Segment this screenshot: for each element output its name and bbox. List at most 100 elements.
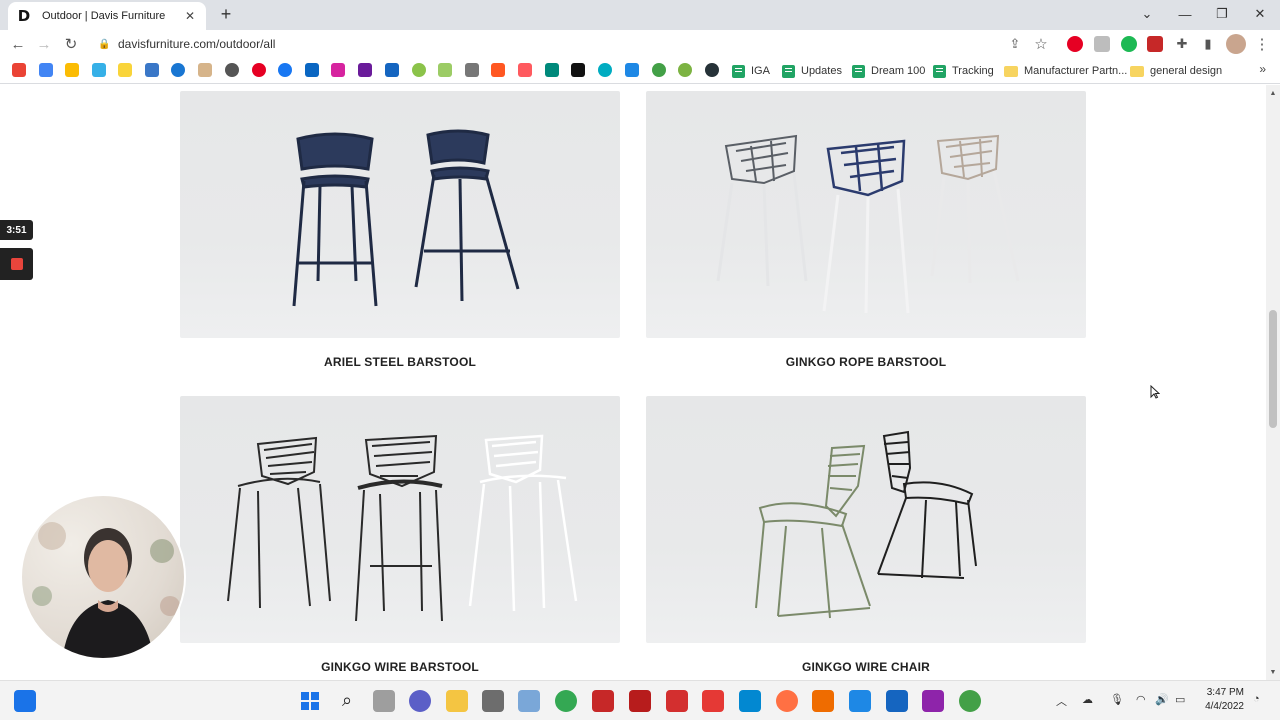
affinity-photo-icon[interactable] (922, 690, 944, 712)
minimize-button[interactable]: — (1166, 0, 1204, 28)
widgets-icon[interactable] (14, 690, 36, 712)
microphone-icon[interactable]: 🎙 (1110, 693, 1124, 706)
product-title[interactable]: GINKGO WIRE CHAIR (646, 660, 1086, 674)
scroll-up-arrow-icon[interactable]: ▲ (1269, 89, 1277, 97)
scroll-thumb[interactable] (1269, 310, 1277, 428)
back-button[interactable]: ← (8, 34, 28, 54)
bookmark-icon[interactable] (438, 63, 452, 77)
close-window-button[interactable]: ✕ (1241, 0, 1279, 28)
affinity-designer-icon[interactable] (849, 690, 871, 712)
onedrive-icon[interactable]: ☁ (1082, 693, 1093, 706)
bookmark-iga[interactable]: IGA (732, 62, 770, 80)
vimeo-icon[interactable] (92, 63, 106, 77)
file-explorer-icon[interactable] (446, 690, 468, 712)
bookmark-icon[interactable] (465, 63, 479, 77)
bookmark-updates[interactable]: Updates (782, 62, 842, 80)
teams-icon[interactable] (409, 690, 431, 712)
profile-avatar[interactable] (1226, 34, 1246, 54)
acrobat-icon[interactable] (666, 690, 688, 712)
side-panel-icon[interactable]: ▮ (1198, 34, 1218, 54)
pinterest-extension-icon[interactable] (1067, 36, 1083, 52)
extension-icon[interactable] (1094, 36, 1110, 52)
grammar-extension-icon[interactable] (1121, 36, 1137, 52)
bookmark-icon[interactable] (225, 63, 239, 77)
bookmark-icon[interactable] (118, 63, 132, 77)
app-icon[interactable] (776, 690, 798, 712)
bookmark-icon[interactable] (598, 63, 612, 77)
instagram-icon[interactable] (331, 63, 345, 77)
pinterest-icon[interactable] (252, 63, 266, 77)
facebook-icon[interactable] (278, 63, 292, 77)
page-scrollbar[interactable]: ▲ ▼ (1266, 85, 1280, 680)
task-view-icon[interactable] (373, 690, 395, 712)
gmail-icon[interactable] (12, 63, 26, 77)
linkedin-icon[interactable] (305, 63, 319, 77)
meet-icon[interactable] (545, 63, 559, 77)
product-title[interactable]: GINKGO ROPE BARSTOOL (646, 355, 1086, 369)
app-d-icon[interactable] (592, 690, 614, 712)
bookmark-icon[interactable] (358, 63, 372, 77)
chrome-active-icon[interactable] (959, 690, 981, 712)
address-bar[interactable]: 🔒 davisfurniture.com/outdoor/all (92, 32, 1060, 56)
bookmark-folder-manufacturer[interactable]: Manufacturer Partn... (1004, 62, 1127, 80)
new-tab-button[interactable]: + (216, 4, 236, 24)
bookmark-icon[interactable] (412, 63, 426, 77)
recorder-extension-icon[interactable] (1147, 36, 1163, 52)
battery-icon[interactable]: ▭ (1175, 693, 1185, 706)
affinity-icon[interactable] (812, 690, 834, 712)
webcam-bubble (20, 494, 186, 660)
bookmark-icon[interactable] (678, 63, 692, 77)
airbnb-icon[interactable] (518, 63, 532, 77)
product-image-ginkgo-wire-chair[interactable] (646, 396, 1086, 643)
blogger-icon[interactable] (491, 63, 505, 77)
product-image-ginkgo-rope-barstool[interactable] (646, 91, 1086, 338)
calculator-icon[interactable] (482, 690, 504, 712)
reload-button[interactable]: ↻ (61, 34, 81, 54)
snipping-tool-icon[interactable] (518, 690, 540, 712)
product-image-ginkgo-wire-barstool[interactable] (180, 396, 620, 643)
bookmark-icon[interactable] (652, 63, 666, 77)
bookmark-icon[interactable] (625, 63, 639, 77)
bookmark-icon[interactable] (571, 63, 585, 77)
app-icon[interactable] (886, 690, 908, 712)
bookmark-icon[interactable] (145, 63, 159, 77)
drive-icon[interactable] (65, 63, 79, 77)
bookmark-dream-100[interactable]: Dream 100 (852, 62, 925, 80)
close-tab-icon[interactable]: ✕ (182, 8, 198, 24)
bookmark-icon[interactable] (198, 63, 212, 77)
chrome-icon[interactable] (555, 690, 577, 712)
bookmark-folder-general-design[interactable]: general design (1130, 62, 1222, 80)
app-icon[interactable] (702, 690, 724, 712)
app-icon[interactable] (739, 690, 761, 712)
app-icon[interactable] (629, 690, 651, 712)
wifi-icon[interactable]: ◠ (1136, 693, 1146, 706)
bookmark-label: IGA (751, 65, 770, 77)
product-title[interactable]: ARIEL STEEL BARSTOOL (180, 355, 620, 369)
forward-button[interactable]: → (34, 34, 54, 54)
mouse-cursor-icon (1150, 385, 1160, 399)
bookmark-star-icon[interactable]: ☆ (1031, 34, 1051, 54)
tab-search-icon[interactable]: ⌄ (1128, 0, 1166, 28)
bookmark-tracking[interactable]: Tracking (933, 62, 994, 80)
browser-tab[interactable]: D Outdoor | Davis Furniture ✕ (8, 2, 206, 30)
bookmark-icon[interactable] (705, 63, 719, 77)
bookmark-icon[interactable] (171, 63, 185, 77)
system-clock[interactable]: 3:47 PM 4/4/2022 (1205, 686, 1244, 714)
calendar-icon[interactable] (39, 63, 53, 77)
scroll-down-arrow-icon[interactable]: ▼ (1269, 668, 1277, 676)
product-title[interactable]: GINKGO WIRE BARSTOOL (180, 660, 620, 674)
search-icon[interactable]: ⌕ (336, 690, 358, 712)
stop-recording-button[interactable] (0, 248, 33, 280)
bookmark-label: Dream 100 (871, 65, 926, 77)
menu-icon[interactable]: ⋮ (1252, 34, 1272, 54)
share-icon[interactable]: ⇪ (1005, 34, 1025, 54)
extensions-puzzle-icon[interactable]: ✚ (1172, 34, 1192, 54)
bookmark-icon[interactable] (385, 63, 399, 77)
tray-overflow-icon[interactable]: ︿ (1056, 693, 1067, 709)
notifications-icon[interactable]: ◔ (1253, 693, 1260, 705)
product-image-ariel-steel-barstool[interactable] (180, 91, 620, 338)
start-icon[interactable] (299, 690, 321, 712)
volume-icon[interactable]: 🔊 (1155, 693, 1169, 706)
more-bookmarks-icon[interactable]: » (1259, 62, 1266, 76)
maximize-button[interactable]: ❐ (1203, 0, 1241, 28)
